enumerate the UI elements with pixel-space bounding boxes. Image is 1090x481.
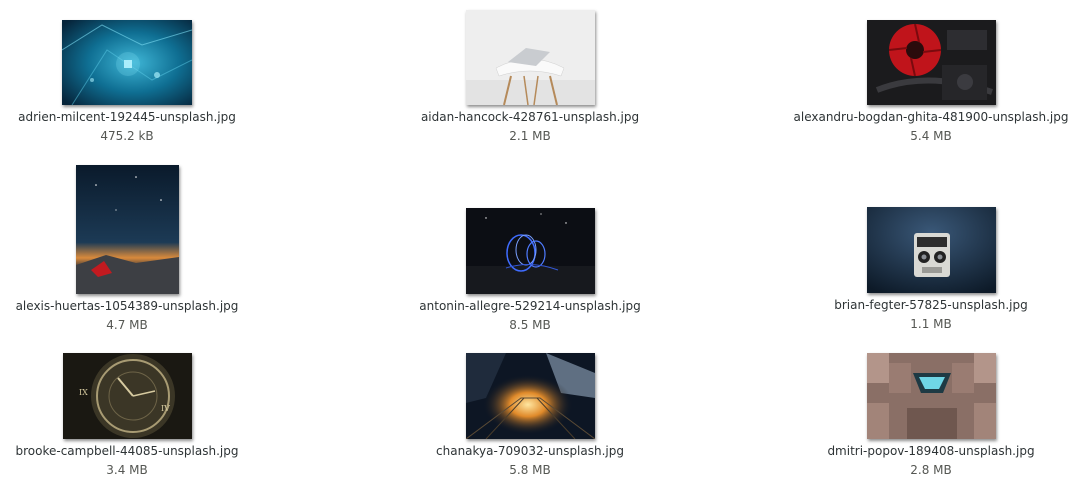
file-item[interactable]: alexis-huertas-1054389-unsplash.jpg 4.7 … (0, 165, 277, 332)
image-thumbnail (465, 208, 595, 294)
svg-text:IV: IV (161, 404, 170, 413)
image-thumbnail (866, 353, 996, 439)
file-name: alexandru-bogdan-ghita-481900-unsplash.j… (793, 110, 1069, 124)
svg-text:IX: IX (79, 388, 88, 397)
file-size: 2.8 MB (910, 463, 952, 477)
file-item[interactable]: dmitri-popov-189408-unsplash.jpg 2.8 MB (781, 353, 1081, 477)
file-item[interactable]: aidan-hancock-428761-unsplash.jpg 2.1 MB (380, 10, 680, 143)
image-thumbnail (75, 165, 179, 294)
image-thumbnail (866, 20, 996, 105)
file-size: 475.2 kB (100, 129, 154, 143)
file-name: adrien-milcent-192445-unsplash.jpg (18, 110, 236, 124)
file-size: 4.7 MB (106, 318, 148, 332)
file-size: 5.4 MB (910, 129, 952, 143)
image-thumbnail (465, 10, 595, 105)
file-name: chanakya-709032-unsplash.jpg (436, 444, 624, 458)
image-thumbnail (62, 20, 192, 105)
file-item[interactable]: antonin-allegre-529214-unsplash.jpg 8.5 … (380, 208, 680, 332)
file-name: dmitri-popov-189408-unsplash.jpg (827, 444, 1035, 458)
file-item[interactable]: IX IV brooke-campbell-44085-unsplash.jpg… (0, 353, 277, 477)
file-item[interactable]: brian-fegter-57825-unsplash.jpg 1.1 MB (781, 207, 1081, 331)
image-thumbnail (465, 353, 595, 439)
file-name: brooke-campbell-44085-unsplash.jpg (15, 444, 239, 458)
file-size: 2.1 MB (509, 129, 551, 143)
file-name: alexis-huertas-1054389-unsplash.jpg (15, 299, 239, 313)
file-size: 3.4 MB (106, 463, 148, 477)
file-size: 8.5 MB (509, 318, 551, 332)
image-thumbnail (866, 207, 996, 293)
file-item[interactable]: alexandru-bogdan-ghita-481900-unsplash.j… (781, 20, 1081, 143)
file-icon-grid: adrien-milcent-192445-unsplash.jpg 475.2… (0, 0, 1090, 481)
file-name: aidan-hancock-428761-unsplash.jpg (420, 110, 640, 124)
file-name: brian-fegter-57825-unsplash.jpg (834, 298, 1028, 312)
file-item[interactable]: chanakya-709032-unsplash.jpg 5.8 MB (380, 353, 680, 477)
file-item[interactable]: adrien-milcent-192445-unsplash.jpg 475.2… (0, 20, 277, 143)
file-size: 5.8 MB (509, 463, 551, 477)
file-size: 1.1 MB (910, 317, 952, 331)
file-name: antonin-allegre-529214-unsplash.jpg (419, 299, 641, 313)
image-thumbnail: IX IV (62, 353, 192, 439)
